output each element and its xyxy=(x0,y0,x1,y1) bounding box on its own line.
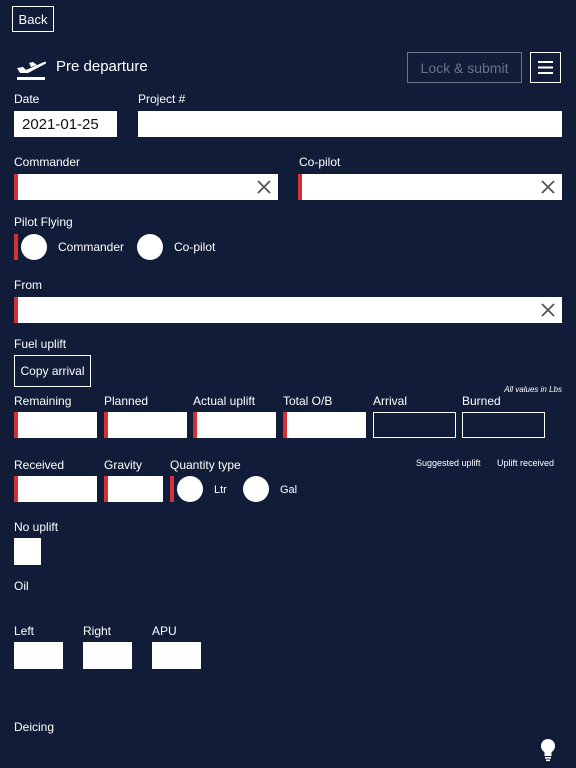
pilot-flying-label: Pilot Flying xyxy=(14,215,73,229)
copy-arrival-button[interactable]: Copy arrival xyxy=(14,355,91,387)
close-icon[interactable] xyxy=(540,302,556,318)
uplift-received-label: Uplift received xyxy=(497,458,555,468)
date-field[interactable]: 2021-01-25 xyxy=(14,111,117,137)
lightbulb-icon[interactable] xyxy=(539,738,557,762)
no-uplift-label: No uplift xyxy=(14,520,59,534)
copilot-radio-label: Co-pilot xyxy=(174,240,216,254)
oil-left-field[interactable] xyxy=(14,642,63,669)
arrival-field xyxy=(373,412,456,438)
airplane-departure-icon xyxy=(14,54,48,82)
close-icon[interactable] xyxy=(256,179,272,195)
copilot-radio[interactable] xyxy=(137,234,163,260)
received-field[interactable] xyxy=(14,476,97,502)
commander-radio[interactable] xyxy=(21,234,47,260)
project-field[interactable] xyxy=(138,111,562,137)
actual-uplift-field[interactable] xyxy=(193,412,276,438)
required-indicator xyxy=(170,476,174,502)
total-ob-label: Total O/B xyxy=(283,394,333,408)
oil-right-label: Right xyxy=(83,624,112,638)
fuel-uplift-label: Fuel uplift xyxy=(14,337,67,351)
units-note: All values in Lbs xyxy=(504,385,562,394)
hamburger-menu-button[interactable] xyxy=(530,52,561,83)
oil-label: Oil xyxy=(14,579,29,593)
oil-right-field[interactable] xyxy=(83,642,132,669)
commander-field[interactable] xyxy=(14,174,278,200)
planned-label: Planned xyxy=(104,394,149,408)
lock-submit-button[interactable]: Lock & submit xyxy=(407,52,522,83)
burned-field xyxy=(462,412,545,438)
total-ob-field[interactable] xyxy=(283,412,366,438)
back-button[interactable]: Back xyxy=(12,6,54,32)
deicing-label: Deicing xyxy=(14,720,55,734)
remaining-field[interactable] xyxy=(14,412,97,438)
oil-apu-field[interactable] xyxy=(152,642,201,669)
received-label: Received xyxy=(14,458,65,472)
commander-label: Commander xyxy=(14,155,81,169)
gravity-label: Gravity xyxy=(104,458,143,472)
remaining-label: Remaining xyxy=(14,394,72,408)
close-icon[interactable] xyxy=(540,179,556,195)
from-label: From xyxy=(14,278,42,292)
page-title: Pre departure xyxy=(56,58,148,75)
ltr-radio-label: Ltr xyxy=(214,484,227,496)
date-label: Date xyxy=(14,92,40,106)
ltr-radio[interactable] xyxy=(177,476,203,502)
gal-radio-label: Gal xyxy=(280,484,298,496)
gravity-field[interactable] xyxy=(104,476,163,502)
copilot-field[interactable] xyxy=(298,174,562,200)
hamburger-menu-icon xyxy=(538,61,553,74)
planned-field[interactable] xyxy=(104,412,187,438)
oil-left-label: Left xyxy=(14,624,35,638)
copilot-label: Co-pilot xyxy=(299,155,341,169)
arrival-label: Arrival xyxy=(373,394,408,408)
commander-radio-label: Commander xyxy=(58,240,125,254)
from-field[interactable] xyxy=(14,297,562,323)
oil-apu-label: APU xyxy=(152,624,177,638)
actual-uplift-label: Actual uplift xyxy=(193,394,256,408)
quantity-type-label: Quantity type xyxy=(170,458,241,472)
required-indicator xyxy=(14,234,18,260)
project-label: Project # xyxy=(138,92,186,106)
burned-label: Burned xyxy=(462,394,501,408)
no-uplift-checkbox[interactable] xyxy=(14,538,41,565)
gal-radio[interactable] xyxy=(243,476,269,502)
suggested-uplift-label: Suggested uplift xyxy=(416,458,481,468)
